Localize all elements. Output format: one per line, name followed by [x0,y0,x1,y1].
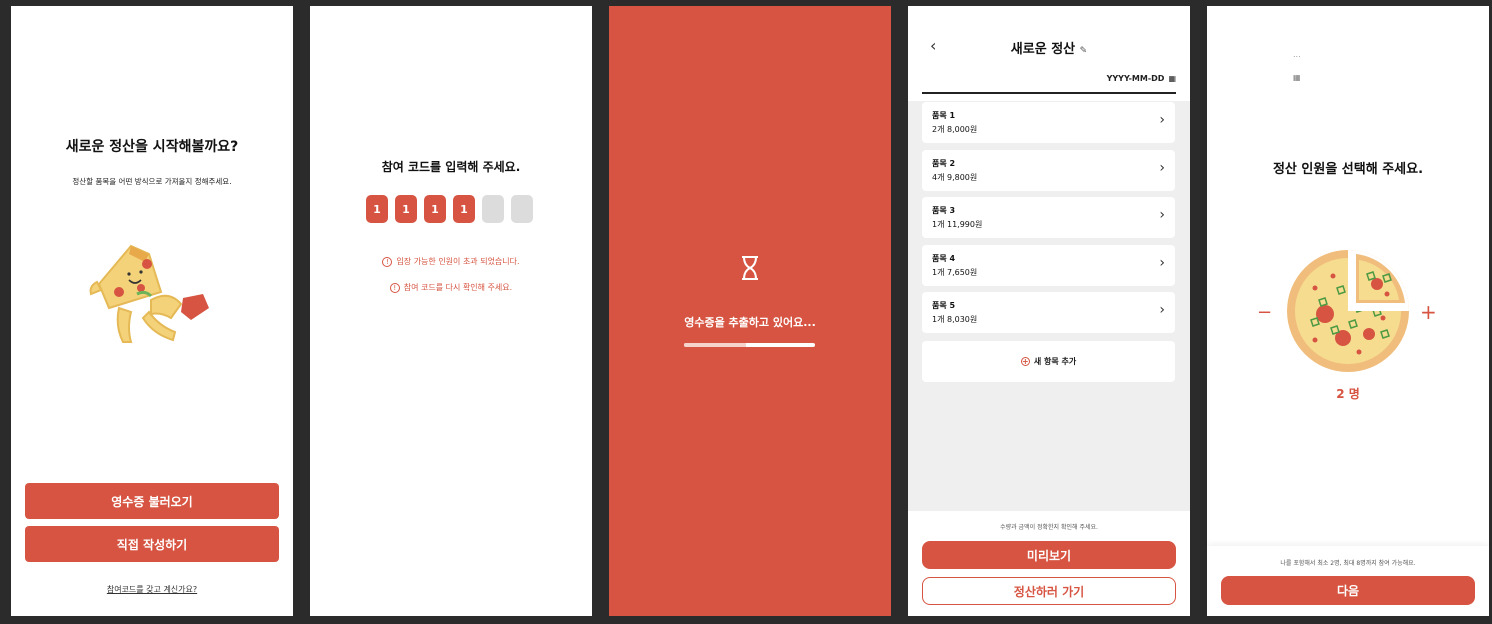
screen-new-settlement: ‹ 새로운 정산 ✎ YYYY-MM-DD ▦ 품목 1 2개 8,000원 ›… [908,6,1190,616]
code-digit[interactable]: 1 [424,195,446,223]
date-field[interactable]: YYYY-MM-DD ▦ [1107,74,1176,83]
load-receipt-button[interactable]: 영수증 불러오기 [25,483,279,519]
code-digit[interactable] [482,195,504,223]
code-digit[interactable] [511,195,533,223]
plus-circle-icon: + [1020,357,1030,366]
hourglass-icon [742,256,758,280]
alert-icon: ! [382,256,393,267]
decrease-button[interactable]: − [1257,302,1272,323]
page-title: 새로운 정산 ✎ [1010,42,1088,57]
chevron-right-icon: › [1159,160,1165,176]
chevron-right-icon: › [1159,302,1165,318]
alert-icon: ! [389,282,400,293]
list-item[interactable]: 품목 2 4개 9,800원 › [922,150,1175,191]
pizza-mascot-icon [89,244,209,343]
divider [922,92,1176,94]
screen-join-code: 참여 코드를 입력해 주세요. 1 1 1 1 ! 입장 가능한 인원이 초과 … [310,6,592,616]
list-item[interactable]: 품목 4 1개 7,650원 › [922,245,1175,286]
join-code-link[interactable]: 참여코드를 갖고 계신가요? [11,584,293,595]
screen-start: 새로운 정산을 시작해볼까요? 정산할 품목을 어떤 방식으로 가져올지 정해주… [11,6,293,616]
edit-pencil-icon[interactable]: ✎ [1080,46,1088,56]
page-title: 정산 인원을 선택해 주세요. [1272,162,1424,177]
settle-button[interactable]: 정산하러 가기 [922,577,1176,605]
progress-bar [684,343,815,347]
progress-fill [684,343,746,347]
error-message: ! 참여 코드를 다시 확인해 주세요. [310,282,592,293]
pizza-icon [1287,250,1409,372]
screen-extracting: 영수증을 추출하고 있어요... [609,6,891,616]
hint-text: 수량과 금액이 정확한지 확인해 주세요. [1000,524,1098,531]
preview-button[interactable]: 미리보기 [922,541,1176,569]
people-count: 2 명 [1336,387,1360,401]
page-title: 새로운 정산을 시작해볼까요? [65,139,239,155]
code-input[interactable]: 1 1 1 1 [366,195,533,223]
code-digit[interactable]: 1 [395,195,417,223]
screen-select-people: ... ▦ 정산 인원을 선택해 주세요. − + 2 명 나를 포함해서 최소… [1207,6,1489,616]
list-item[interactable]: 품목 3 1개 11,990원 › [922,197,1175,238]
list-item[interactable]: 품목 5 1개 8,030원 › [922,292,1175,333]
chevron-right-icon: › [1159,112,1165,128]
page-subtitle: 정산할 품목을 어떤 방식으로 가져올지 정해주세요. [72,177,232,186]
code-digit[interactable]: 1 [366,195,388,223]
chevron-right-icon: › [1159,207,1165,223]
error-message: ! 입장 가능한 인원이 초과 되었습니다. [310,256,592,267]
increase-button[interactable]: + [1420,300,1437,324]
chevron-right-icon: › [1159,255,1165,271]
manual-entry-button[interactable]: 직접 작성하기 [25,526,279,562]
page-title: 참여 코드를 입력해 주세요. [381,160,521,174]
add-item-button[interactable]: + 새 항목 추가 [922,341,1175,382]
next-button[interactable]: 다음 [1221,576,1475,605]
code-digit[interactable]: 1 [453,195,475,223]
calendar-icon[interactable]: ▦ [1168,74,1176,83]
hint-text: 나를 포함해서 최소 2명, 최대 8명까지 참여 가능해요. [1280,560,1416,567]
loading-message: 영수증을 추출하고 있어요... [684,316,816,329]
placeholder-dots: ... [1293,50,1301,59]
list-item[interactable]: 품목 1 2개 8,000원 › [922,102,1175,143]
calendar-icon[interactable]: ▦ [1293,73,1301,82]
